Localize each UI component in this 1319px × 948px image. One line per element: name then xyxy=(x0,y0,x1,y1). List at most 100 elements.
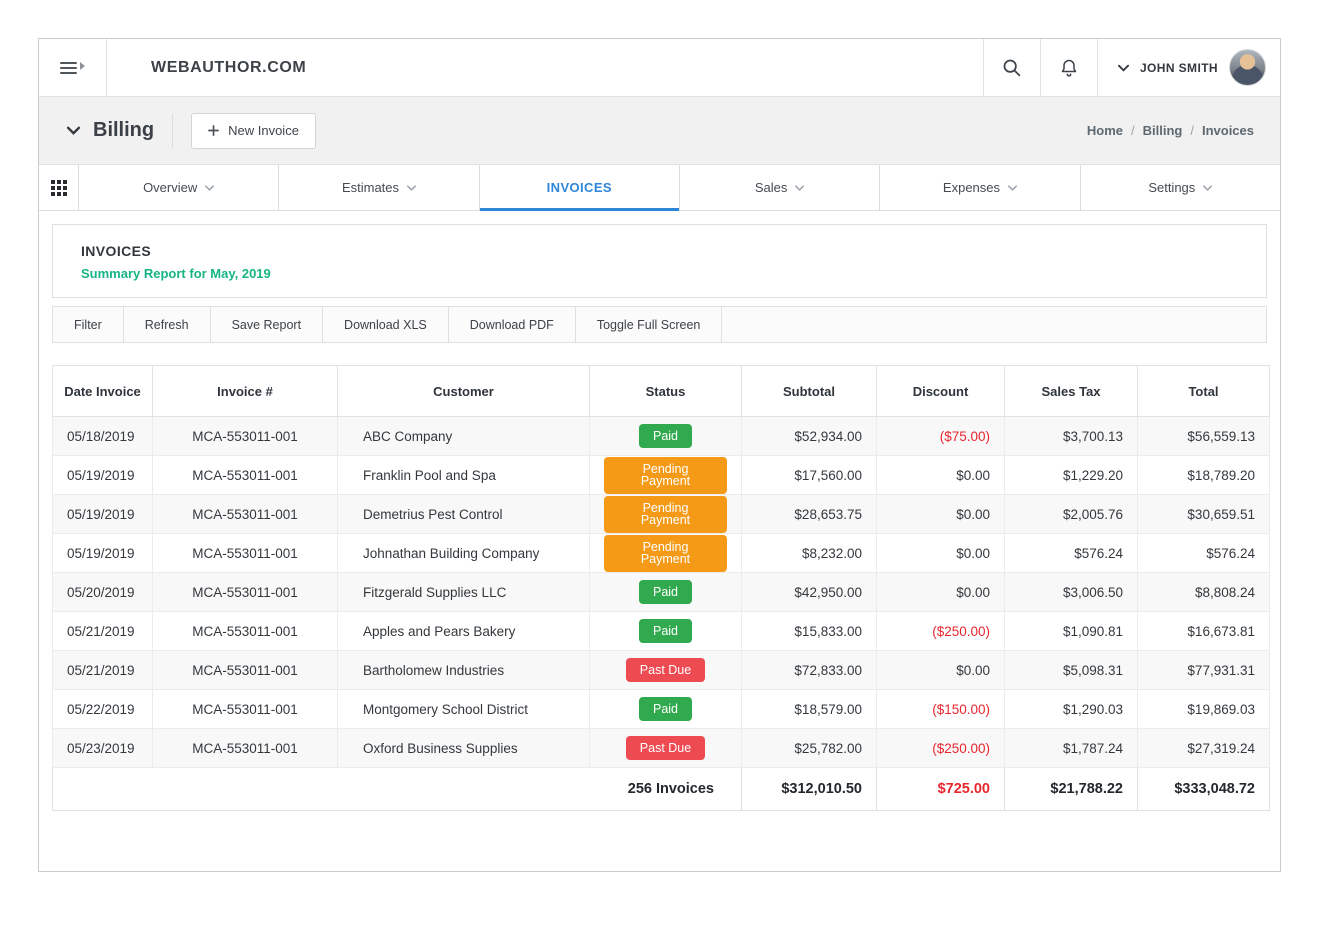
cell-customer: Franklin Pool and Spa xyxy=(338,456,590,495)
cell-invoice-number: MCA-553011-001 xyxy=(153,651,338,690)
cell-subtotal: $18,579.00 xyxy=(742,690,877,729)
cell-sales-tax: $1,787.24 xyxy=(1005,729,1138,768)
chevron-down-icon xyxy=(1008,185,1017,191)
tab-overview[interactable]: Overview xyxy=(79,165,279,210)
user-menu[interactable]: JOHN SMITH xyxy=(1097,39,1280,96)
cell-discount: ($75.00) xyxy=(877,417,1005,456)
tab-label: Estimates xyxy=(342,180,399,195)
search-icon xyxy=(1001,57,1022,78)
invoice-table-body: 05/18/2019 MCA-553011-001 ABC Company Pa… xyxy=(53,417,1270,768)
cell-customer: Johnathan Building Company xyxy=(338,534,590,573)
cell-status: Paid xyxy=(590,690,742,729)
refresh-button[interactable]: Refresh xyxy=(124,307,211,342)
cell-date-invoice: 05/19/2019 xyxy=(53,456,153,495)
status-badge: Past Due xyxy=(626,736,705,761)
apps-grid-button[interactable] xyxy=(39,165,79,210)
toggle-fullscreen-button[interactable]: Toggle Full Screen xyxy=(576,307,723,342)
cell-status: Pending Payment xyxy=(590,456,742,495)
cell-discount: ($250.00) xyxy=(877,729,1005,768)
status-badge: Paid xyxy=(639,580,692,605)
cell-invoice-number: MCA-553011-001 xyxy=(153,417,338,456)
tab-label: Settings xyxy=(1148,180,1195,195)
cell-date-invoice: 05/22/2019 xyxy=(53,690,153,729)
cell-total: $30,659.51 xyxy=(1138,495,1270,534)
chevron-down-icon xyxy=(1203,185,1212,191)
cell-customer: ABC Company xyxy=(338,417,590,456)
cell-customer: Apples and Pears Bakery xyxy=(338,612,590,651)
totals-row: 256 Invoices $312,010.50 $725.00 $21,788… xyxy=(53,768,1270,811)
section-chevron-down-icon[interactable] xyxy=(67,126,80,135)
column-header-invoice-number: Invoice # xyxy=(153,366,338,417)
filter-button[interactable]: Filter xyxy=(53,307,124,342)
invoice-table: Date Invoice Invoice # Customer Status S… xyxy=(52,365,1270,811)
column-header-sales-tax: Sales Tax xyxy=(1005,366,1138,417)
cell-sales-tax: $3,700.13 xyxy=(1005,417,1138,456)
breadcrumb-invoices[interactable]: Invoices xyxy=(1202,123,1254,138)
content-area: INVOICES Summary Report for May, 2019 Fi… xyxy=(39,211,1280,871)
download-xls-button[interactable]: Download XLS xyxy=(323,307,449,342)
breadcrumb-separator: / xyxy=(1131,123,1135,138)
cell-discount: ($150.00) xyxy=(877,690,1005,729)
cell-subtotal: $15,833.00 xyxy=(742,612,877,651)
page-header: Billing New Invoice Home / Billing / Inv… xyxy=(39,97,1280,165)
table-row: 05/19/2019 MCA-553011-001 Johnathan Buil… xyxy=(53,534,1270,573)
tab-invoices[interactable]: INVOICES xyxy=(480,165,680,210)
tab-sales[interactable]: Sales xyxy=(680,165,880,210)
new-invoice-button[interactable]: New Invoice xyxy=(191,113,316,149)
notifications-button[interactable] xyxy=(1040,39,1097,96)
topbar: WEBAUTHOR.COM JOHN SMITH xyxy=(39,39,1280,97)
tab-settings[interactable]: Settings xyxy=(1081,165,1280,210)
cell-subtotal: $42,950.00 xyxy=(742,573,877,612)
cell-invoice-number: MCA-553011-001 xyxy=(153,573,338,612)
cell-status: Paid xyxy=(590,417,742,456)
cell-customer: Oxford Business Supplies xyxy=(338,729,590,768)
cell-sales-tax: $5,098.31 xyxy=(1005,651,1138,690)
tab-label: INVOICES xyxy=(547,180,612,195)
column-header-subtotal: Subtotal xyxy=(742,366,877,417)
tab-label: Sales xyxy=(755,180,788,195)
cell-customer: Demetrius Pest Control xyxy=(338,495,590,534)
table-row: 05/20/2019 MCA-553011-001 Fitzgerald Sup… xyxy=(53,573,1270,612)
cell-date-invoice: 05/20/2019 xyxy=(53,573,153,612)
invoice-table-header: Date Invoice Invoice # Customer Status S… xyxy=(53,366,1270,417)
breadcrumb-separator: / xyxy=(1190,123,1194,138)
hamburger-icon xyxy=(60,62,85,74)
tab-estimates[interactable]: Estimates xyxy=(279,165,479,210)
cell-status: Paid xyxy=(590,573,742,612)
search-button[interactable] xyxy=(983,39,1040,96)
cell-customer: Bartholomew Industries xyxy=(338,651,590,690)
cell-total: $19,869.03 xyxy=(1138,690,1270,729)
cell-invoice-number: MCA-553011-001 xyxy=(153,612,338,651)
report-toolbar: Filter Refresh Save Report Download XLS … xyxy=(52,306,1267,343)
cell-discount: $0.00 xyxy=(877,456,1005,495)
cell-sales-tax: $2,005.76 xyxy=(1005,495,1138,534)
report-subtitle: Summary Report for May, 2019 xyxy=(81,266,1238,281)
save-report-button[interactable]: Save Report xyxy=(211,307,323,342)
table-row: 05/19/2019 MCA-553011-001 Demetrius Pest… xyxy=(53,495,1270,534)
cell-discount: $0.00 xyxy=(877,534,1005,573)
download-pdf-button[interactable]: Download PDF xyxy=(449,307,576,342)
table-row: 05/21/2019 MCA-553011-001 Apples and Pea… xyxy=(53,612,1270,651)
cell-date-invoice: 05/18/2019 xyxy=(53,417,153,456)
cell-sales-tax: $1,090.81 xyxy=(1005,612,1138,651)
invoice-count: 256 Invoices xyxy=(53,768,742,811)
cell-discount: ($250.00) xyxy=(877,612,1005,651)
invoice-table-footer: 256 Invoices $312,010.50 $725.00 $21,788… xyxy=(53,768,1270,811)
tab-expenses[interactable]: Expenses xyxy=(880,165,1080,210)
bell-icon xyxy=(1059,57,1079,79)
cell-total: $16,673.81 xyxy=(1138,612,1270,651)
total-discount: $725.00 xyxy=(877,768,1005,811)
app-window: WEBAUTHOR.COM JOHN SMITH Billing xyxy=(38,38,1281,872)
breadcrumb-home[interactable]: Home xyxy=(1087,123,1123,138)
cell-invoice-number: MCA-553011-001 xyxy=(153,690,338,729)
report-header: INVOICES Summary Report for May, 2019 xyxy=(52,224,1267,298)
avatar xyxy=(1229,49,1266,86)
user-name: JOHN SMITH xyxy=(1140,61,1218,75)
breadcrumb-billing[interactable]: Billing xyxy=(1143,123,1183,138)
cell-discount: $0.00 xyxy=(877,495,1005,534)
cell-discount: $0.00 xyxy=(877,573,1005,612)
new-invoice-label: New Invoice xyxy=(228,123,299,138)
invoice-table-wrap: Date Invoice Invoice # Customer Status S… xyxy=(52,365,1267,811)
cell-status: Pending Payment xyxy=(590,534,742,573)
sidebar-menu-button[interactable] xyxy=(39,39,107,96)
